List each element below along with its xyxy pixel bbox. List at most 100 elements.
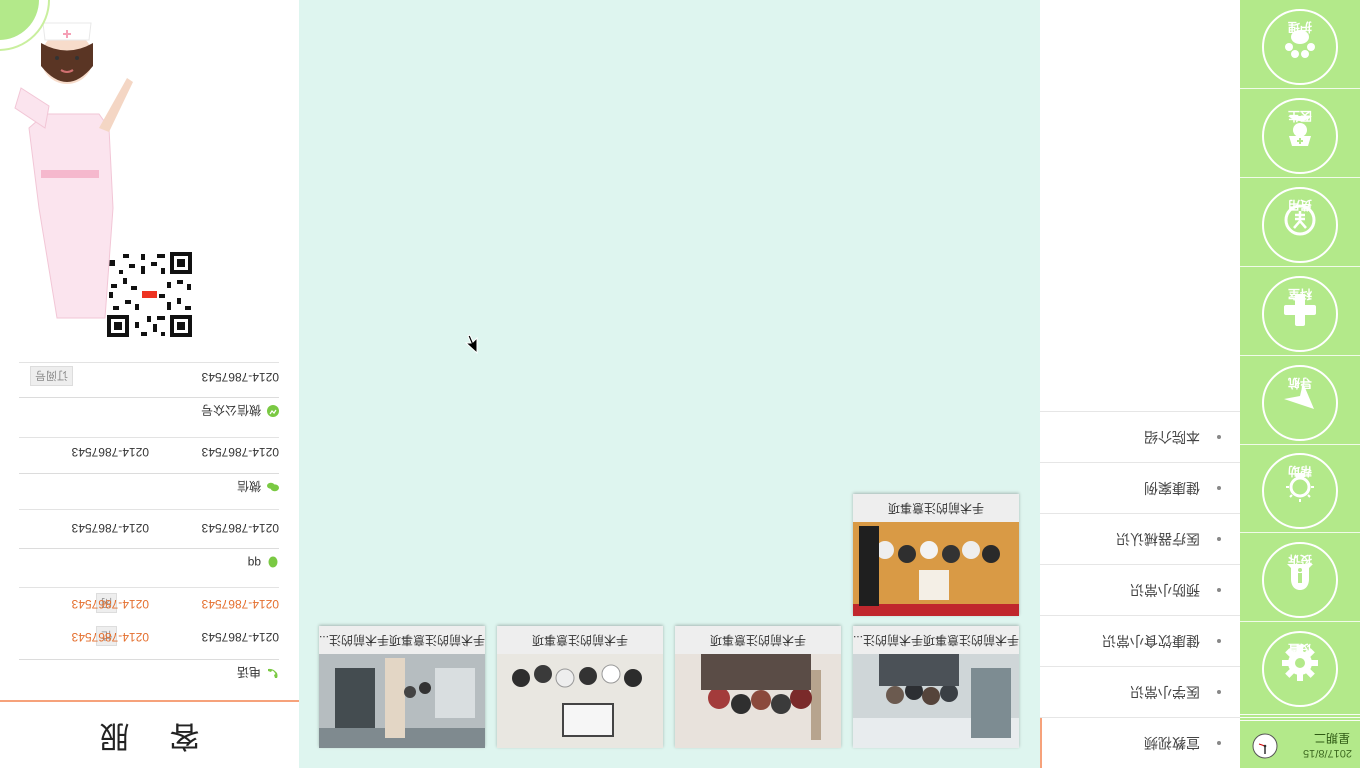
nav-fee-button[interactable]: 费用 xyxy=(1262,187,1338,263)
qq-section-label: qq xyxy=(247,556,261,570)
subscribe-badge[interactable]: 订阅号 xyxy=(30,366,73,386)
list-item[interactable]: 健康案例 xyxy=(1040,462,1240,513)
wechat-icon xyxy=(267,482,279,492)
video-grid: 手术前的注意事项手术前的注... 手术前的注意事项 手术前的注意事项 手术前的注… xyxy=(299,0,1040,768)
qq-number[interactable]: 0214-7867543 xyxy=(202,521,279,535)
clock-widget: 2017/8/15 星期二 xyxy=(1240,722,1360,768)
nav-label: 设置 xyxy=(1288,642,1313,656)
bullet-icon xyxy=(1217,486,1221,490)
nav-label: 帮助 xyxy=(1288,464,1313,478)
phone-number[interactable]: 0214-7867543 xyxy=(202,630,279,644)
clock-icon xyxy=(1252,733,1278,759)
nav-department-button[interactable]: 科室 xyxy=(1262,276,1338,352)
service-title-text: 客服 xyxy=(59,719,200,752)
list-item-label: 预防小常识 xyxy=(1130,582,1200,598)
nav-navigation-button[interactable]: 导航 xyxy=(1262,365,1338,441)
list-item[interactable]: 宣教视频 xyxy=(1040,717,1240,768)
divider xyxy=(19,362,279,363)
qq-icon xyxy=(268,556,278,568)
nav-label: 医生 xyxy=(1288,109,1313,123)
list-item-label: 宣教视频 xyxy=(1144,735,1200,751)
app-root: 2017/8/15 星期二 设置 投诉 帮助 导航 科室 费用 医生 护理 宣教… xyxy=(0,0,1360,768)
video-thumbnail xyxy=(853,654,1019,748)
phone-number[interactable]: 0214-7867543 xyxy=(72,630,149,644)
nav-divider xyxy=(1240,266,1360,267)
list-item-label: 医疗器械认识 xyxy=(1116,531,1200,547)
list-item[interactable]: 本院介绍 xyxy=(1040,411,1240,462)
nav-divider xyxy=(1240,717,1360,718)
active-indicator xyxy=(1040,718,1042,768)
nav-doctor-button[interactable]: 医生 xyxy=(1262,98,1338,174)
wechat-official-icon xyxy=(267,405,279,417)
divider xyxy=(19,437,279,438)
service-title: 客服 xyxy=(0,700,299,768)
list-item[interactable]: 医疗器械认识 xyxy=(1040,513,1240,564)
nav-divider xyxy=(1240,444,1360,445)
nav-nursing-button[interactable]: 护理 xyxy=(1262,9,1338,85)
list-item[interactable]: 医学小常识 xyxy=(1040,666,1240,717)
nav-divider xyxy=(1240,714,1360,715)
phone-icon xyxy=(268,668,278,678)
phone-number[interactable]: 0214-7867543 xyxy=(202,597,279,611)
video-title: 手术前的注意事项 xyxy=(675,626,841,654)
decorative-circle-icon xyxy=(0,0,50,51)
video-title: 手术前的注意事项 xyxy=(853,494,1019,522)
nav-settings-button[interactable]: 设置 xyxy=(1262,631,1338,707)
nav-bar: 2017/8/15 星期二 设置 投诉 帮助 导航 科室 费用 医生 护理 xyxy=(1240,0,1360,768)
nav-divider xyxy=(1240,621,1360,622)
customer-service-panel: 客服 电话 0214-7867543 忙 0214-7867543 闲 0214… xyxy=(0,0,299,768)
phone-section-label: 电话 xyxy=(236,665,261,679)
list-item-label: 健康饮食小常识 xyxy=(1102,633,1200,649)
nav-label: 护理 xyxy=(1288,20,1313,34)
qq-number[interactable]: 0214-7867543 xyxy=(72,521,149,535)
video-thumbnail xyxy=(853,522,1019,616)
nav-divider xyxy=(1240,532,1360,533)
video-card[interactable]: 手术前的注意事项手术前的注... xyxy=(853,626,1019,748)
video-title: 手术前的注意事项 xyxy=(497,626,663,654)
nav-divider xyxy=(1240,88,1360,89)
nav-label: 导航 xyxy=(1288,376,1313,390)
official-account-label: 微信公众号 xyxy=(200,403,261,417)
phone-number[interactable]: 0214-7867543 xyxy=(72,597,149,611)
video-card[interactable]: 手术前的注意事项 xyxy=(853,494,1019,616)
mouse-cursor-icon xyxy=(464,334,478,354)
wechat-number[interactable]: 0214-7867543 xyxy=(202,445,279,459)
bullet-icon xyxy=(1217,537,1221,541)
list-item-label: 本院介绍 xyxy=(1144,429,1200,445)
divider xyxy=(19,509,279,510)
bullet-icon xyxy=(1217,690,1221,694)
video-card[interactable]: 手术前的注意事项手术前的注... xyxy=(319,626,485,748)
official-account-section-header: 微信公众号 xyxy=(19,397,279,422)
wechat-section-header: 微信 xyxy=(19,473,279,498)
bullet-icon xyxy=(1217,741,1221,745)
video-title: 手术前的注意事项手术前的注... xyxy=(853,626,1019,654)
nav-label: 费用 xyxy=(1288,198,1313,212)
video-thumbnail xyxy=(319,654,485,748)
video-card[interactable]: 手术前的注意事项 xyxy=(675,626,841,748)
list-item[interactable]: 预防小常识 xyxy=(1040,564,1240,615)
nav-divider xyxy=(1240,720,1360,721)
nav-help-button[interactable]: 帮助 xyxy=(1262,453,1338,529)
nav-label: 投诉 xyxy=(1288,553,1313,567)
list-item-label: 医学小常识 xyxy=(1130,684,1200,700)
list-item-label: 健康案例 xyxy=(1144,480,1200,496)
date-text: 2017/8/15 xyxy=(1303,747,1352,759)
wechat-section-label: 微信 xyxy=(236,479,261,493)
wechat-number[interactable]: 0214-7867543 xyxy=(72,445,149,459)
qq-section-header: qq xyxy=(19,548,279,573)
nav-divider xyxy=(1240,355,1360,356)
video-thumbnail xyxy=(675,654,841,748)
nav-complaint-button[interactable]: 投诉 xyxy=(1262,542,1338,618)
list-item[interactable]: 健康饮食小常识 xyxy=(1040,615,1240,666)
official-account-number[interactable]: 0214-7867543 xyxy=(202,370,279,384)
bullet-icon xyxy=(1217,639,1221,643)
nav-divider xyxy=(1240,177,1360,178)
bullet-icon xyxy=(1217,588,1221,592)
category-list: 宣教视频 医学小常识 健康饮食小常识 预防小常识 医疗器械认识 健康案例 本院介… xyxy=(1040,0,1240,768)
video-card[interactable]: 手术前的注意事项 xyxy=(497,626,663,748)
bullet-icon xyxy=(1217,435,1221,439)
phone-section-header: 电话 xyxy=(19,659,279,684)
divider xyxy=(19,587,279,588)
weekday-text: 星期二 xyxy=(1313,731,1350,745)
video-title: 手术前的注意事项手术前的注... xyxy=(319,626,485,654)
